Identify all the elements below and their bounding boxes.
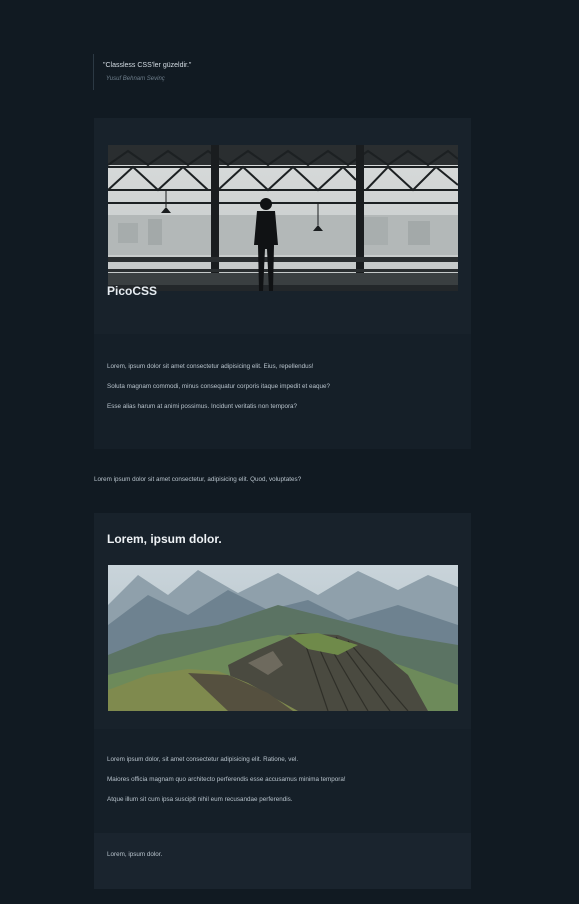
paragraph: Lorem ipsum dolor, sit amet consectetur … xyxy=(107,756,299,763)
footer-text: Lorem, ipsum dolor. xyxy=(107,851,163,858)
paragraph: Maiores officia magnam quo architecto pe… xyxy=(107,776,346,783)
paragraph: Lorem, ipsum dolor sit amet consectetur … xyxy=(107,363,314,370)
card-header: PicoCSS xyxy=(94,118,471,334)
image-caption: PicoCSS xyxy=(107,284,158,298)
paragraph: Lorem ipsum dolor sit amet consectetur, … xyxy=(94,476,302,483)
card-body: Lorem, ipsum dolor sit amet consectetur … xyxy=(94,334,471,449)
mountain-landscape-image xyxy=(108,565,458,711)
article-card-picocss: PicoCSS Lorem, ipsum dolor sit amet cons… xyxy=(94,118,471,449)
paragraph: Esse alias harum at animi possimus. Inci… xyxy=(107,403,298,410)
blockquote: "Classless CSS'ler güzeldir." Yusuf Behn… xyxy=(93,54,293,90)
article-card-lorem: Lorem, ipsum dolor. Lorem ipsum dolor, s… xyxy=(94,513,471,889)
paragraph: Atque illum sit cum ipsa suscipit nihil … xyxy=(107,796,293,803)
card-body: Lorem ipsum dolor, sit amet consectetur … xyxy=(94,729,471,833)
quote-author: Yusuf Behnam Sevinç xyxy=(106,76,165,82)
quote-text: "Classless CSS'ler güzeldir." xyxy=(103,62,192,69)
card-footer: Lorem, ipsum dolor. xyxy=(94,833,471,889)
paragraph: Soluta magnam commodi, minus consequatur… xyxy=(107,383,330,390)
warehouse-silhouette-image xyxy=(108,145,458,291)
card-header: Lorem, ipsum dolor. xyxy=(94,513,471,729)
card-title: Lorem, ipsum dolor. xyxy=(107,532,222,546)
